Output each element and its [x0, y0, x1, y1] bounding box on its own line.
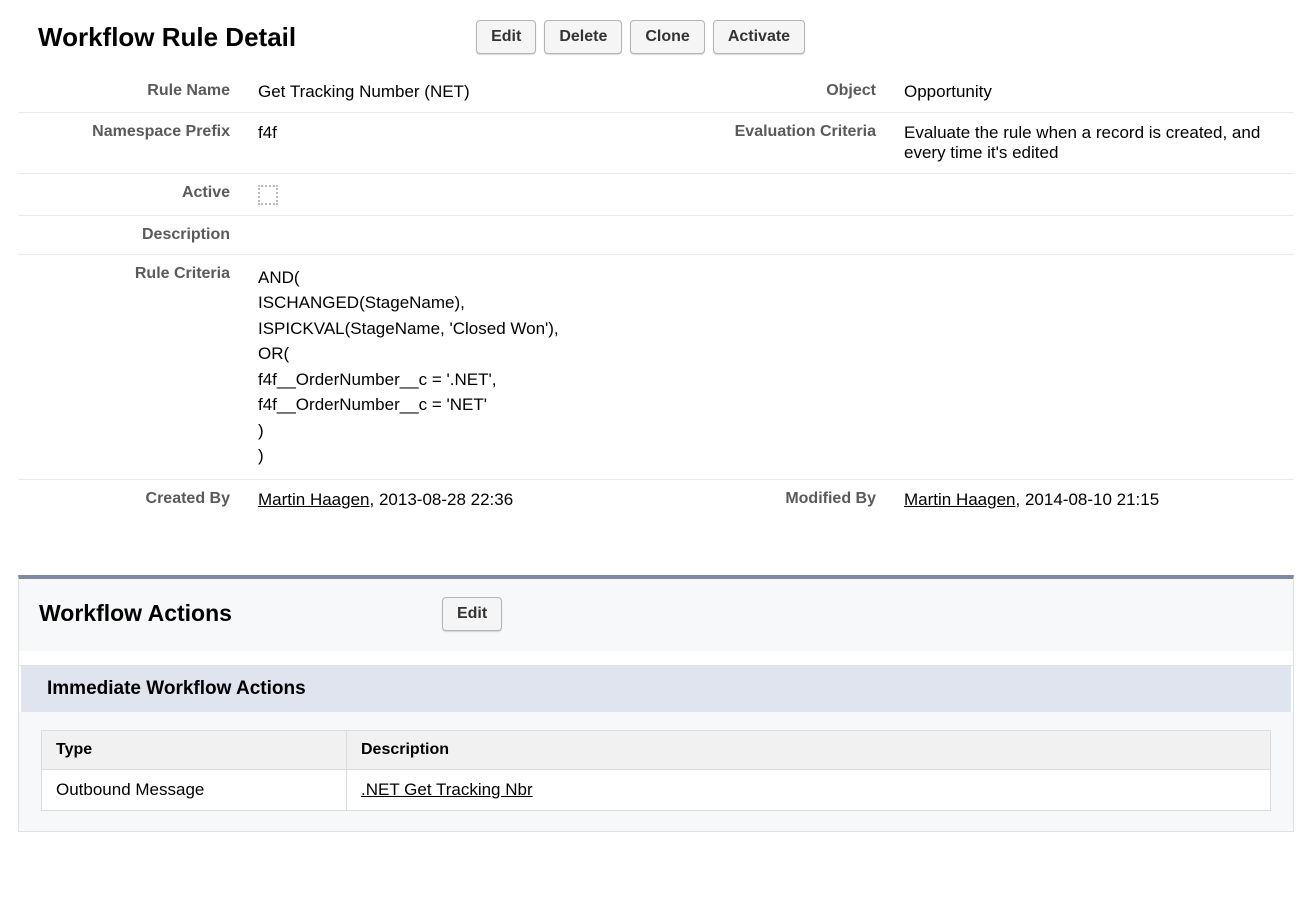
- label-rule-name: Rule Name: [18, 72, 248, 113]
- modified-by-date: , 2014-08-10 21:15: [1016, 490, 1160, 509]
- detail-header: Workflow Rule Detail Edit Delete Clone A…: [38, 20, 1294, 54]
- col-description: Description: [347, 730, 1271, 769]
- detail-button-group: Edit Delete Clone Activate: [476, 20, 805, 54]
- label-modified-by: Modified By: [664, 479, 894, 520]
- label-namespace-prefix: Namespace Prefix: [18, 113, 248, 174]
- created-by-date: , 2013-08-28 22:36: [370, 490, 514, 509]
- delete-button[interactable]: Delete: [544, 20, 622, 54]
- value-active: [248, 174, 664, 216]
- table-row: Outbound Message .NET Get Tracking Nbr: [42, 769, 1271, 810]
- page-title: Workflow Rule Detail: [38, 22, 296, 53]
- cell-type: Outbound Message: [42, 769, 347, 810]
- immediate-actions-title: Immediate Workflow Actions: [21, 666, 1291, 712]
- workflow-actions-header: Workflow Actions Edit: [19, 579, 1293, 651]
- workflow-actions-title: Workflow Actions: [39, 600, 232, 627]
- cell-description: .NET Get Tracking Nbr: [347, 769, 1271, 810]
- label-description: Description: [18, 215, 248, 254]
- value-evaluation-criteria: Evaluate the rule when a record is creat…: [894, 113, 1294, 174]
- label-rule-criteria: Rule Criteria: [18, 254, 248, 479]
- detail-table: Rule Name Get Tracking Number (NET) Obje…: [18, 72, 1294, 520]
- label-created-by: Created By: [18, 479, 248, 520]
- rule-criteria-text: AND( ISCHANGED(StageName), ISPICKVAL(Sta…: [258, 265, 1284, 469]
- value-rule-criteria: AND( ISCHANGED(StageName), ISPICKVAL(Sta…: [248, 254, 1294, 479]
- action-description-link[interactable]: .NET Get Tracking Nbr: [361, 780, 533, 799]
- value-namespace-prefix: f4f: [248, 113, 664, 174]
- value-rule-name: Get Tracking Number (NET): [248, 72, 664, 113]
- immediate-actions-table: Type Description Outbound Message .NET G…: [41, 730, 1271, 811]
- edit-button[interactable]: Edit: [476, 20, 536, 54]
- active-checkbox-icon: [258, 185, 278, 205]
- col-type: Type: [42, 730, 347, 769]
- created-by-user-link[interactable]: Martin Haagen: [258, 490, 370, 509]
- value-object: Opportunity: [894, 72, 1294, 113]
- clone-button[interactable]: Clone: [630, 20, 704, 54]
- workflow-actions-section: Workflow Actions Edit Immediate Workflow…: [18, 575, 1294, 832]
- actions-edit-button[interactable]: Edit: [442, 597, 502, 631]
- label-evaluation-criteria: Evaluation Criteria: [664, 113, 894, 174]
- value-modified-by: Martin Haagen, 2014-08-10 21:15: [894, 479, 1294, 520]
- label-object: Object: [664, 72, 894, 113]
- value-created-by: Martin Haagen, 2013-08-28 22:36: [248, 479, 664, 520]
- value-description: [248, 215, 664, 254]
- modified-by-user-link[interactable]: Martin Haagen: [904, 490, 1016, 509]
- activate-button[interactable]: Activate: [713, 20, 805, 54]
- label-active: Active: [18, 174, 248, 216]
- immediate-actions-section: Immediate Workflow Actions Type Descript…: [19, 665, 1293, 831]
